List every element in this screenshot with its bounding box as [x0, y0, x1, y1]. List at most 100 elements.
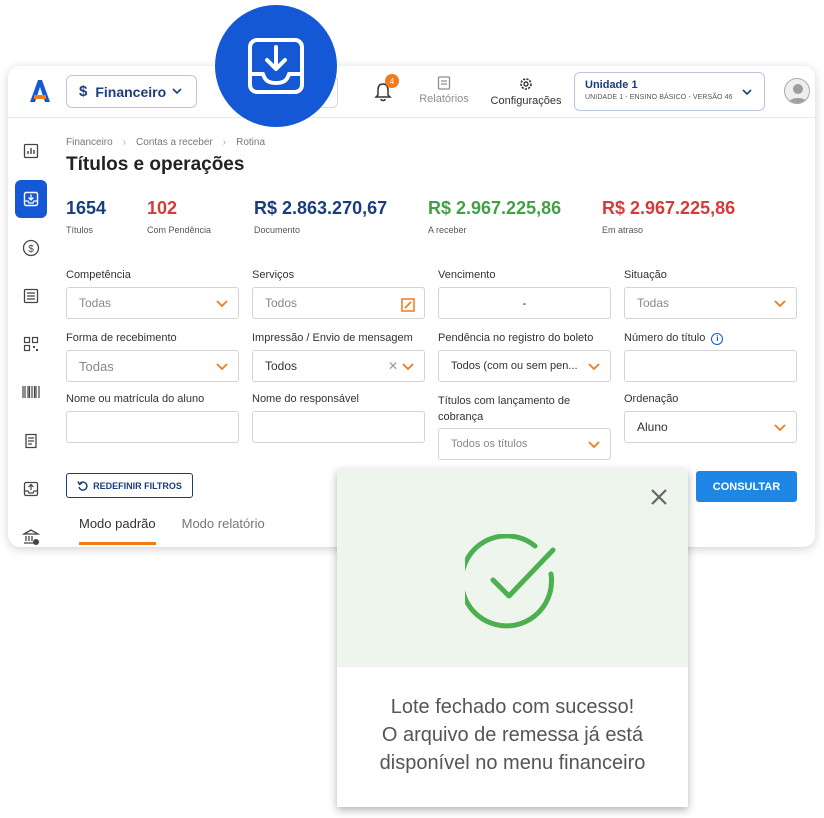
clear-icon[interactable]: ✕: [388, 359, 398, 373]
chevron-down-icon: [774, 300, 786, 308]
stat-value: 1654: [66, 198, 107, 218]
numero-titulo-input[interactable]: [624, 350, 797, 382]
sidebar-item-boleto[interactable]: [15, 373, 47, 411]
stat-receivable: R$ 2.967.225,86 A receber: [428, 198, 561, 235]
consult-button[interactable]: CONSULTAR: [696, 471, 797, 502]
field-label: Vencimento: [438, 269, 496, 281]
select-value: Todos os títulos: [451, 438, 528, 450]
unit-name: Unidade 1: [585, 79, 638, 91]
chevron-down-icon: [742, 89, 752, 96]
svg-text:$: $: [28, 244, 34, 255]
check-circle-icon: [465, 534, 556, 629]
edit-icon[interactable]: [401, 298, 415, 312]
select-value: Todas: [79, 358, 114, 374]
impressao-select[interactable]: Todos ✕: [252, 350, 425, 382]
filter-vencimento: Vencimento -: [438, 269, 611, 319]
stat-overdue: R$ 2.967.225,86 Em atraso: [602, 198, 735, 235]
info-icon[interactable]: i: [711, 333, 724, 345]
stat-value: 102: [147, 198, 178, 218]
sidebar-item-bank[interactable]: [15, 518, 47, 547]
field-label-line: cobrança: [438, 411, 484, 423]
sidebar-item-pix[interactable]: [15, 325, 47, 363]
field-label: Nome do responsável: [252, 393, 360, 405]
page-title: Títulos e operações: [66, 154, 245, 175]
chevron-right-icon: ›: [122, 137, 127, 148]
reports-link[interactable]: Relatórios: [419, 76, 469, 105]
filter-nome-responsavel: Nome do responsável: [252, 393, 425, 443]
chevron-down-icon: [172, 88, 182, 95]
unit-select[interactable]: Unidade 1 UNIDADE 1 - ENSINO BÁSICO - VE…: [574, 72, 765, 111]
breadcrumb-item[interactable]: Contas a receber: [136, 137, 213, 148]
filter-ordenacao: Ordenação Aluno: [624, 393, 797, 443]
breadcrumb: Financeiro › Contas a receber › Rotina: [66, 137, 265, 148]
field-label: Impressão / Envio de mensagem: [252, 332, 413, 344]
field-label: Forma de recebimento: [66, 332, 177, 344]
select-value: Todos: [265, 296, 298, 310]
lancamento-select[interactable]: Todos os títulos: [438, 428, 611, 460]
filter-servicos: Serviços Todos: [252, 269, 425, 319]
stat-label: Com Pendência: [147, 225, 212, 235]
sidebar-item-upload[interactable]: [15, 470, 47, 508]
receipt-icon: [25, 433, 37, 449]
dollar-icon: $: [79, 83, 88, 100]
breadcrumb-item: Rotina: [236, 137, 266, 148]
settings-link[interactable]: Configurações: [491, 76, 561, 107]
tab-modo-relatorio[interactable]: Modo relatório: [182, 516, 265, 545]
stat-value: R$ 2.863.270,67: [254, 198, 388, 218]
list-document-icon: [23, 288, 39, 304]
sidebar-item-receivables[interactable]: [15, 180, 47, 218]
modal-message-line: Lote fechado com sucesso!: [390, 696, 635, 718]
select-value: Todas: [637, 296, 670, 310]
mode-tabs: Modo padrão Modo relatório: [79, 516, 265, 545]
breadcrumb-item[interactable]: Financeiro: [66, 137, 113, 148]
situacao-select[interactable]: Todas: [624, 287, 797, 319]
modal-header: [337, 469, 688, 667]
nome-aluno-input[interactable]: [66, 411, 239, 443]
user-icon: [788, 84, 808, 103]
success-modal: Lote fechado com sucesso! O arquivo de r…: [337, 469, 688, 807]
select-value: Todas: [79, 296, 112, 310]
brand-logo-icon[interactable]: [28, 78, 52, 104]
report-icon: [437, 76, 451, 90]
user-avatar[interactable]: [784, 78, 810, 104]
field-label: Serviços: [252, 269, 295, 281]
reports-label: Relatórios: [419, 93, 469, 105]
module-select-label: Financeiro: [95, 83, 167, 100]
inbox-download-icon: [248, 38, 304, 94]
close-icon[interactable]: [650, 488, 668, 506]
field-label: Número do título i: [624, 332, 797, 345]
vencimento-date-range[interactable]: -: [438, 287, 611, 319]
date-range-value: -: [522, 296, 527, 310]
sidebar-item-payments[interactable]: $: [15, 229, 47, 267]
filter-nome-aluno: Nome ou matrícula do aluno: [66, 393, 239, 443]
field-label: Pendência no registro do boleto: [438, 332, 594, 344]
servicos-select[interactable]: Todos: [252, 287, 425, 319]
forma-recebimento-select[interactable]: Todas: [66, 350, 239, 382]
barcode-icon: [22, 386, 40, 398]
sidebar-item-dashboard[interactable]: [15, 132, 47, 170]
field-label: Ordenação: [624, 393, 679, 405]
reset-filters-label: REDEFINIR FILTROS: [93, 480, 182, 491]
top-bar: $ Financeiro 4 Relatórios Configurações …: [8, 66, 815, 118]
reset-filters-button[interactable]: REDEFINIR FILTROS: [66, 473, 193, 498]
pendencia-select[interactable]: Todos (com ou sem pen...: [438, 350, 611, 382]
tab-modo-padrao[interactable]: Modo padrão: [79, 516, 156, 545]
gear-icon: [520, 78, 532, 90]
stat-value: R$ 2.967.225,86: [428, 198, 562, 218]
sidebar-item-receipts[interactable]: [15, 422, 47, 460]
notification-badge: 4: [385, 74, 399, 88]
filter-lancamento: Títulos com lançamento de cobrança Todos…: [438, 393, 611, 460]
stat-pending: 102 Com Pendência: [147, 198, 211, 235]
inbox-download-icon: [23, 191, 39, 207]
competencia-select[interactable]: Todas: [66, 287, 239, 319]
sidebar-item-documents[interactable]: [15, 277, 47, 315]
nome-responsavel-input[interactable]: [252, 411, 425, 443]
field-label-text: Número do título: [624, 332, 706, 344]
field-label: Nome ou matrícula do aluno: [66, 393, 205, 405]
module-select[interactable]: $ Financeiro: [66, 75, 197, 108]
ordenacao-select[interactable]: Aluno: [624, 411, 797, 443]
chevron-down-icon: [402, 363, 414, 371]
stat-titles: 1654 Títulos: [66, 198, 106, 235]
select-value: Todos (com ou sem pen...: [451, 360, 578, 372]
bank-icon: [22, 529, 40, 545]
